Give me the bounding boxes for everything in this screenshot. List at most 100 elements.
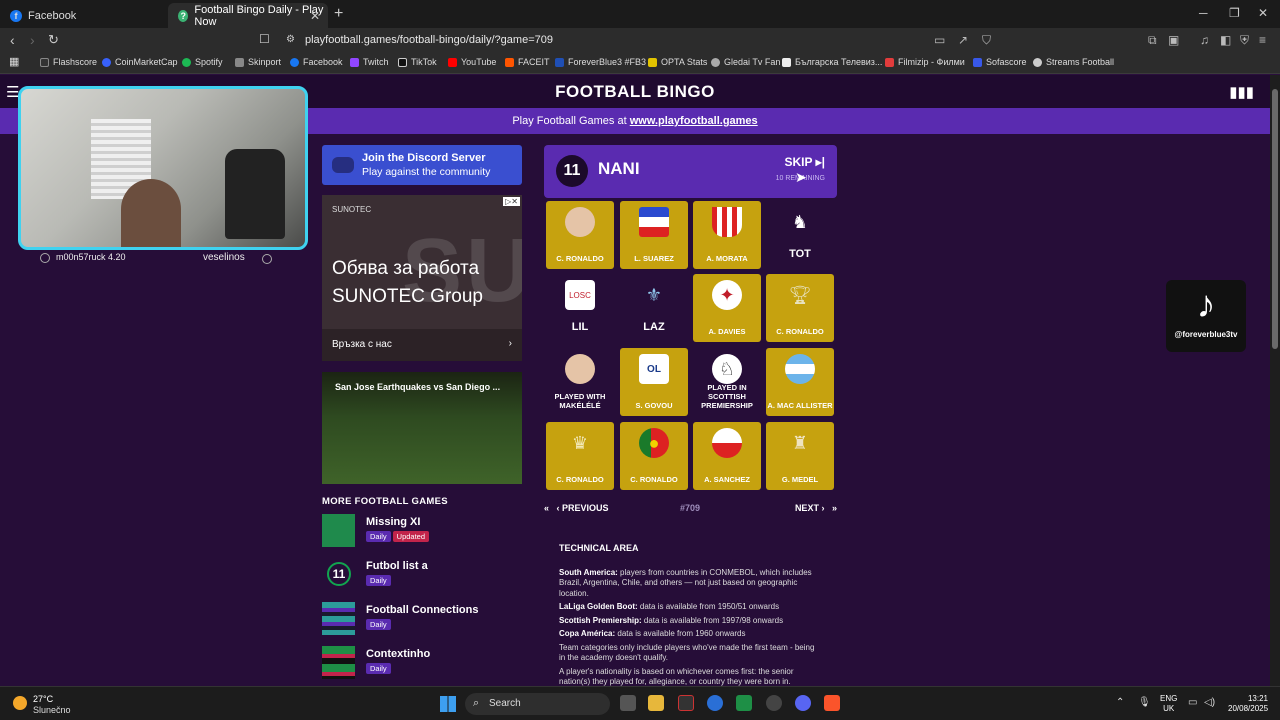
- game-football-connections[interactable]: Football Connections Daily: [322, 602, 522, 638]
- scrollbar-thumb[interactable]: [1272, 89, 1278, 349]
- maximize-icon[interactable]: ❐: [1229, 6, 1240, 20]
- promo-text: Play Football Games at: [512, 115, 630, 127]
- share-icon[interactable]: ↗: [958, 33, 968, 47]
- bookmark-bulgarian-tv[interactable]: Българска Телевиз...: [782, 57, 882, 67]
- bingo-cell[interactable]: L. SUAREZ: [620, 201, 688, 269]
- steam-icon[interactable]: [766, 695, 782, 711]
- bookmark-foreverblue3[interactable]: ForeverBlue3 #FB3: [555, 57, 646, 67]
- volume-icon[interactable]: ◁): [1204, 697, 1215, 708]
- network-icon[interactable]: ▭: [1188, 697, 1197, 708]
- bingo-cell[interactable]: A. SANCHEZ: [693, 422, 761, 490]
- bookmark-facebook[interactable]: Facebook: [290, 57, 343, 67]
- webcam-caption: m00n57ruck 4.20 veselinos: [40, 252, 280, 266]
- bingo-cell[interactable]: OL S. GOVOU: [620, 348, 688, 416]
- bookmark-gledai-tv-fan[interactable]: Gledai Tv Fan: [711, 57, 780, 67]
- bingo-cell[interactable]: A. MAC ALLISTER: [766, 348, 834, 416]
- next-button[interactable]: NEXT › »: [795, 503, 837, 513]
- bingo-cell[interactable]: 🏆︎ C. RONALDO: [766, 274, 834, 342]
- ad-close-icon[interactable]: ▷✕: [503, 197, 520, 206]
- bingo-cell[interactable]: A. MORATA: [693, 201, 761, 269]
- close-tab-icon[interactable]: ✕: [310, 9, 320, 23]
- canada-flag-icon: ✦: [712, 280, 742, 310]
- extensions-icon[interactable]: ⧉: [1148, 33, 1157, 48]
- bookmark-spotify[interactable]: Spotify: [182, 57, 223, 67]
- bookmarks-bar: ▦ Flashscore CoinMarketCap Spotify Skinp…: [0, 52, 1280, 74]
- bookmark-tiktok[interactable]: TikTok: [398, 57, 437, 67]
- taskbar: 27°C Slunečno ⌕ Search ⌃ 🎙︎ ENG UK ▭ ◁) 13…: [0, 686, 1280, 720]
- discord-icon[interactable]: [795, 695, 811, 711]
- promo-link[interactable]: www.playfootball.games: [630, 115, 758, 127]
- game-futbol-list-a[interactable]: 11 Futbol list a Daily: [322, 558, 522, 594]
- edge-icon[interactable]: [707, 695, 723, 711]
- new-tab-icon[interactable]: +: [334, 5, 343, 23]
- site-info-icon[interactable]: ⚙: [286, 34, 295, 45]
- task-view-icon[interactable]: [620, 695, 636, 711]
- file-explorer-icon[interactable]: [648, 695, 664, 711]
- missing-xi-icon: [322, 514, 355, 547]
- spreadsheet-icon[interactable]: [736, 695, 752, 711]
- tab-football-bingo[interactable]: ? Football Bingo Daily - Play Now ✕: [168, 3, 328, 28]
- video-player[interactable]: San Jose Earthquakes vs San Diego ...: [322, 372, 522, 484]
- bingo-cell[interactable]: ✦ A. DAVIES: [693, 274, 761, 342]
- sun-icon[interactable]: [13, 696, 27, 710]
- game-missing-xi[interactable]: Missing XI Daily Updated: [322, 514, 522, 550]
- windows-start-icon[interactable]: [440, 696, 456, 712]
- back-icon[interactable]: ‹: [10, 32, 15, 48]
- bingo-cell[interactable]: ♛ C. RONALDO: [546, 422, 614, 490]
- minimize-icon[interactable]: ─: [1199, 6, 1208, 20]
- bingo-cell[interactable]: ♘ PLAYED IN SCOTTISH PREMIERSHIP: [693, 348, 761, 416]
- chevron-up-icon[interactable]: ⌃: [1116, 697, 1124, 708]
- bingo-cell[interactable]: ♜ G. MEDEL: [766, 422, 834, 490]
- close-window-icon[interactable]: ✕: [1258, 6, 1268, 20]
- menu-icon[interactable]: ≡: [1259, 33, 1266, 47]
- app-icon[interactable]: [678, 695, 694, 711]
- url-field[interactable]: playfootball.games/football-bingo/daily/…: [305, 34, 553, 46]
- language-indicator[interactable]: ENG UK: [1160, 694, 1177, 714]
- brave-icon[interactable]: [824, 695, 840, 711]
- shield-icon[interactable]: ⛉: [982, 33, 991, 48]
- wallet-icon[interactable]: ▣: [1168, 33, 1179, 47]
- skip-button[interactable]: SKIP ▸|: [784, 155, 825, 169]
- bingo-cell[interactable]: LOSC LIL: [546, 274, 614, 342]
- bookmark-twitch[interactable]: Twitch: [350, 57, 389, 67]
- bingo-cell[interactable]: ♞ TOT: [766, 201, 834, 269]
- vpn-icon[interactable]: ⛨: [1240, 33, 1249, 48]
- cup-icon: ♜: [791, 432, 809, 453]
- first-icon[interactable]: «: [544, 503, 549, 513]
- forward-icon[interactable]: ›: [30, 32, 35, 48]
- bookmark-streams-football[interactable]: Streams Football: [1033, 57, 1114, 67]
- page-scrollbar[interactable]: [1270, 75, 1280, 686]
- tab-facebook[interactable]: f Facebook: [0, 3, 168, 28]
- discord-banner[interactable]: Join the Discord Server Play against the…: [322, 145, 522, 185]
- music-icon[interactable]: ♫: [1200, 33, 1209, 47]
- sidebar-icon[interactable]: ◧: [1220, 33, 1231, 47]
- bookmark-coinmarketcap[interactable]: CoinMarketCap: [102, 57, 178, 67]
- bookmark-filmizip[interactable]: Filmizip - Филми: [885, 57, 965, 67]
- bingo-cell[interactable]: C. RONALDO: [546, 201, 614, 269]
- apps-icon[interactable]: ▦: [9, 55, 19, 68]
- discord-icon: [332, 157, 354, 173]
- previous-button[interactable]: « ‹ PREVIOUS: [544, 503, 609, 513]
- clock[interactable]: 13:21 20/08/2025: [1228, 694, 1268, 714]
- reload-icon[interactable]: ↻: [48, 32, 59, 48]
- taskbar-search[interactable]: ⌕ Search: [465, 693, 610, 715]
- bookmark-flashscore[interactable]: Flashscore: [40, 57, 97, 67]
- bookmark-sofascore[interactable]: Sofascore: [973, 57, 1027, 67]
- bingo-cell[interactable]: ⚜ LAZ: [620, 274, 688, 342]
- bookmark-faceit[interactable]: FACEIT: [505, 57, 550, 67]
- bookmark-skinport[interactable]: Skinport: [235, 57, 281, 67]
- microphone-icon[interactable]: 🎙︎: [1138, 697, 1151, 708]
- game-contextinho[interactable]: Contextinho Daily: [322, 646, 522, 682]
- bingo-cell[interactable]: ● C. RONALDO: [620, 422, 688, 490]
- last-icon[interactable]: »: [832, 503, 837, 513]
- cast-icon[interactable]: ▭: [934, 33, 945, 47]
- weather-temp[interactable]: 27°C: [33, 694, 53, 704]
- bookmark-opta-stats[interactable]: OPTA Stats: [648, 57, 707, 67]
- bookmark-icon[interactable]: ☐: [259, 32, 270, 46]
- ad-cta[interactable]: Връзка с нас ›: [322, 329, 522, 361]
- stats-icon[interactable]: ▮▮▮: [1229, 83, 1254, 101]
- advertisement[interactable]: SUNO SUNOTEC ▷✕ Обява за работа SUNOTEC …: [322, 195, 522, 361]
- weather-desc[interactable]: Slunečno: [33, 705, 71, 715]
- bookmark-youtube[interactable]: YouTube: [448, 57, 496, 67]
- bingo-cell[interactable]: PLAYED WITH MAKÉLÉLÉ: [546, 348, 614, 416]
